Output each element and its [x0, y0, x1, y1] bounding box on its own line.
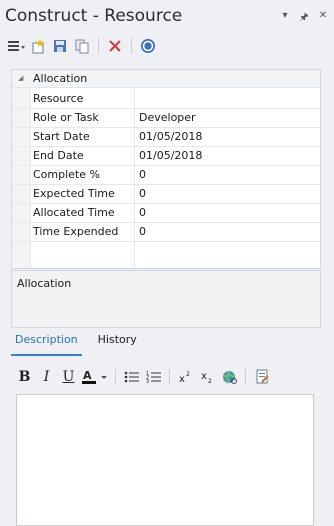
delete-button[interactable] — [105, 36, 125, 56]
format-toolbar: B I U A 123 x2 x2 — [14, 366, 272, 388]
property-row[interactable]: Time Expended 0 — [12, 222, 320, 242]
property-row[interactable]: Role or Task Developer — [12, 108, 320, 128]
main-toolbar — [6, 36, 158, 56]
bullet-list-button[interactable] — [121, 367, 142, 387]
property-name: Complete % — [33, 168, 100, 181]
text-color-button[interactable]: A — [80, 367, 110, 387]
hyperlink-button[interactable] — [219, 367, 240, 387]
property-name: Start Date — [33, 130, 90, 143]
collapse-triangle-icon[interactable]: ◢ — [18, 74, 23, 82]
category-row[interactable]: ◢ Allocation — [12, 70, 320, 88]
property-row[interactable]: Start Date 01/05/2018 — [12, 127, 320, 147]
save-icon — [54, 40, 66, 52]
tab-history[interactable]: History — [94, 333, 141, 351]
toolbar-separator — [131, 38, 132, 54]
property-value[interactable]: 01/05/2018 — [139, 149, 202, 162]
svg-text:x: x — [201, 371, 207, 382]
svg-text:A: A — [83, 369, 92, 382]
property-value[interactable]: 0 — [139, 168, 146, 181]
property-name: Role or Task — [33, 111, 99, 124]
window-title: Construct - Resource — [5, 6, 183, 26]
property-value[interactable]: 0 — [139, 187, 146, 200]
italic-button[interactable]: I — [36, 367, 57, 387]
delete-icon — [109, 40, 121, 52]
close-icon[interactable]: ✕ — [318, 10, 328, 27]
superscript-icon: x2 — [179, 371, 190, 385]
svg-text:x: x — [179, 374, 185, 385]
edit-document-icon — [256, 369, 269, 384]
description-editor[interactable] — [16, 394, 314, 526]
pin-icon[interactable]: 🖈 — [299, 10, 309, 27]
property-grid: ◢ Allocation Resource Role or Task Devel… — [11, 69, 321, 269]
superscript-button[interactable]: x2 — [175, 367, 196, 387]
toolbar-separator — [98, 38, 99, 54]
help-icon — [141, 39, 155, 53]
bold-button[interactable]: B — [14, 367, 35, 387]
property-row[interactable]: Complete % 0 — [12, 165, 320, 185]
property-row[interactable]: Allocated Time 0 — [12, 203, 320, 223]
copy-button[interactable] — [72, 36, 92, 56]
svg-text:2: 2 — [186, 371, 190, 378]
menu-button[interactable] — [6, 36, 26, 56]
property-row[interactable]: End Date 01/05/2018 — [12, 146, 320, 166]
category-label: Allocation — [33, 72, 88, 85]
property-value[interactable]: 0 — [139, 206, 146, 219]
svg-text:3: 3 — [146, 379, 149, 384]
hamburger-menu-icon — [8, 41, 25, 51]
property-value[interactable]: 0 — [139, 225, 146, 238]
property-name: Allocated Time — [33, 206, 115, 219]
toolbar-separator — [169, 369, 170, 385]
property-row[interactable]: Resource — [12, 89, 320, 109]
property-row[interactable]: Expected Time 0 — [12, 184, 320, 204]
svg-text:2: 2 — [208, 378, 212, 385]
copy-icon — [75, 39, 89, 54]
subscript-icon: x2 — [201, 371, 212, 385]
tab-description[interactable]: Description — [11, 333, 82, 356]
property-description-label: Allocation — [17, 277, 72, 290]
property-value[interactable]: 01/05/2018 — [139, 130, 202, 143]
tab-bar: Description History — [11, 333, 141, 356]
numbered-list-button[interactable]: 123 — [143, 367, 164, 387]
title-bar: Construct - Resource ▾ 🖈 ✕ — [0, 0, 334, 34]
property-name: Time Expended — [33, 225, 119, 238]
property-name: Resource — [33, 92, 84, 105]
underline-button[interactable]: U — [58, 367, 79, 387]
new-item-button[interactable] — [28, 36, 48, 56]
save-button[interactable] — [50, 36, 70, 56]
property-description-panel: Allocation — [11, 270, 321, 328]
dropdown-icon[interactable]: ▾ — [280, 10, 290, 27]
new-item-icon — [32, 39, 44, 54]
text-color-icon: A — [82, 369, 107, 384]
property-value[interactable]: Developer — [139, 111, 196, 124]
property-name: End Date — [33, 149, 84, 162]
toolbar-separator — [245, 369, 246, 385]
numbered-list-icon: 123 — [146, 371, 161, 384]
bullet-list-icon — [124, 371, 139, 383]
subscript-button[interactable]: x2 — [197, 367, 218, 387]
property-name: Expected Time — [33, 187, 115, 200]
hyperlink-globe-icon — [222, 370, 237, 384]
toolbar-separator — [115, 369, 116, 385]
help-button[interactable] — [138, 36, 158, 56]
edit-document-button[interactable] — [251, 367, 272, 387]
